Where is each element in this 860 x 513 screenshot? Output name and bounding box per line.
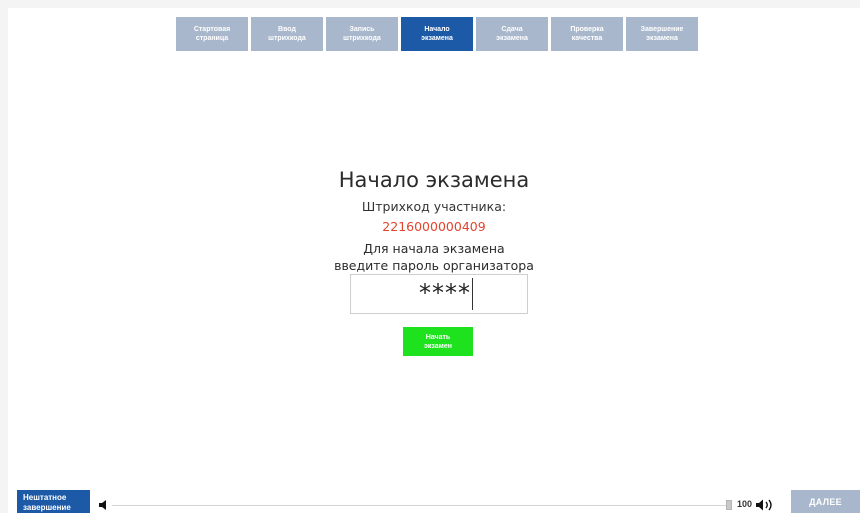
- step-enter-barcode[interactable]: Ввод штрихкода: [251, 17, 323, 51]
- step-start-page[interactable]: Стартовая страница: [176, 17, 248, 51]
- volume-slider-track[interactable]: [112, 505, 726, 506]
- next-button[interactable]: ДАЛЕЕ: [791, 490, 860, 513]
- organizer-password-input[interactable]: ****: [350, 274, 528, 314]
- barcode-value: 2216000000409: [382, 219, 486, 234]
- step-navigation: Стартовая страница Ввод штрихкода Запись…: [176, 17, 698, 51]
- volume-slider-thumb[interactable]: [726, 500, 732, 510]
- abnormal-finish-button[interactable]: Нештатное завершение: [17, 490, 90, 513]
- start-exam-button[interactable]: Начать экзамен: [403, 327, 473, 356]
- volume-value: 100: [737, 499, 753, 509]
- password-masked-value: ****: [419, 279, 471, 307]
- text-caret: [472, 278, 473, 310]
- step-quality-check[interactable]: Проверка качества: [551, 17, 623, 51]
- page-title: Начало экзамена: [338, 168, 530, 192]
- speaker-left-icon[interactable]: [97, 499, 111, 511]
- page: Стартовая страница Ввод штрихкода Запись…: [8, 8, 860, 513]
- password-hint: Для начала экзамена введите пароль орган…: [334, 241, 534, 273]
- step-exam-finish[interactable]: Завершение экзамена: [626, 17, 698, 51]
- speaker-right-icon[interactable]: [755, 498, 777, 512]
- barcode-label: Штрихкод участника:: [361, 199, 507, 214]
- step-exam-submit[interactable]: Сдача экзамена: [476, 17, 548, 51]
- step-exam-start[interactable]: Начало экзамена: [401, 17, 473, 51]
- step-write-barcode[interactable]: Запись штрихкода: [326, 17, 398, 51]
